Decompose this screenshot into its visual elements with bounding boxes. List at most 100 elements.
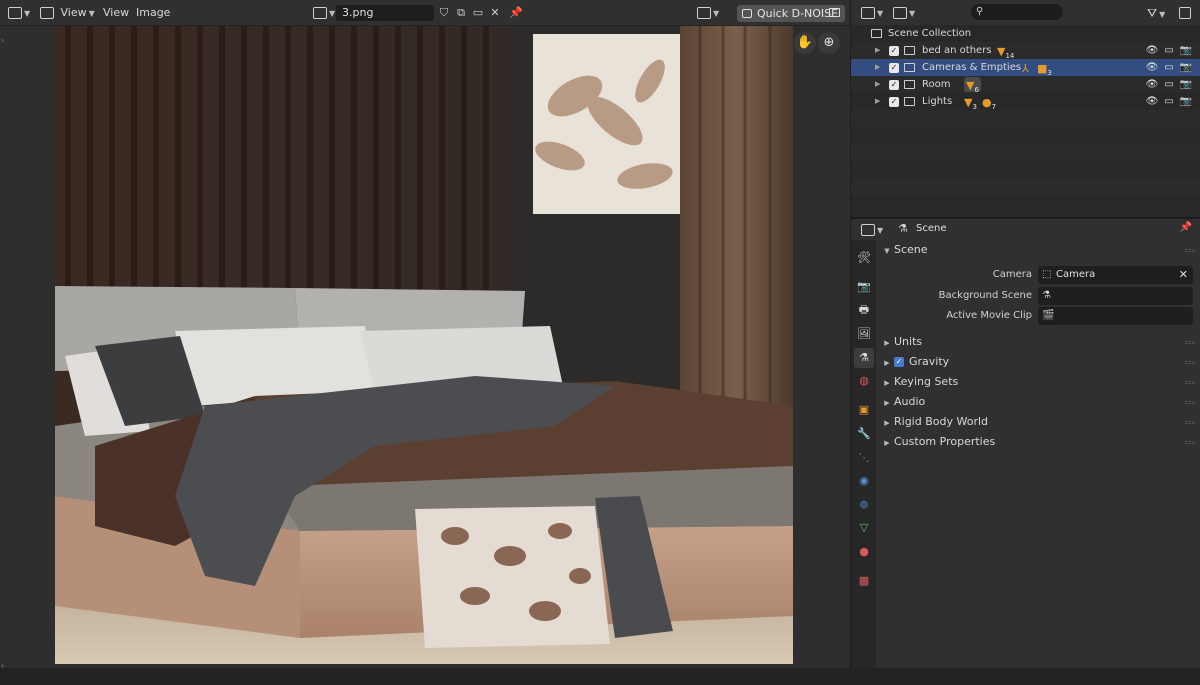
fake-user-shield-icon[interactable]: ⛉: [436, 5, 452, 21]
eye-icon[interactable]: 👁: [1145, 42, 1159, 59]
pan-hand-icon[interactable]: ✋: [794, 32, 816, 54]
active-movie-clip-field[interactable]: 🎬: [1038, 307, 1193, 325]
panel-rigid-body-world-header[interactable]: ▶ Rigid Body World: [877, 412, 1200, 432]
exclude-checkbox[interactable]: ✓: [889, 63, 899, 73]
panel-rigid-body-world-title: Rigid Body World: [894, 415, 989, 428]
pin-icon[interactable]: 📌: [508, 5, 524, 21]
view-layer-icon: [893, 7, 907, 19]
open-image-icon[interactable]: ▭: [470, 5, 486, 21]
image-canvas[interactable]: › › ✋ ⊕: [0, 26, 850, 670]
drag-grip-icon[interactable]: [1185, 381, 1195, 384]
camera-render-icon[interactable]: 📷: [1179, 59, 1193, 76]
pin-icon[interactable]: 📌: [1180, 222, 1192, 233]
exclude-checkbox[interactable]: ✓: [889, 46, 899, 56]
outliner-row-cameras-empties[interactable]: ▶ ✓ Cameras & Empties ⅄ ■3 👁 ▭ 📷: [851, 59, 1200, 77]
drag-grip-icon[interactable]: [1185, 421, 1195, 424]
gravity-checkbox[interactable]: ✓: [894, 357, 904, 367]
eye-icon[interactable]: 👁: [1145, 59, 1159, 76]
outliner-row-room[interactable]: ▶ ✓ Room ▼6 👁 ▭ 📷: [851, 76, 1200, 94]
tab-modifier-wrench-icon[interactable]: 🔧: [854, 424, 874, 444]
chevron-down-icon: ▼: [88, 9, 95, 18]
camera-field[interactable]: ⬚ Camera ✕: [1038, 266, 1193, 284]
tab-material-icon[interactable]: ●: [854, 542, 874, 562]
drag-grip-icon[interactable]: [1185, 249, 1195, 252]
scene-icon: ⚗: [1042, 290, 1051, 301]
outliner-editor-type-selector[interactable]: ▼: [861, 4, 883, 22]
tab-physics-icon[interactable]: ◉: [854, 471, 874, 491]
image-name-field[interactable]: 3.png: [336, 5, 434, 21]
new-collection-icon[interactable]: [1179, 4, 1191, 22]
view-mode-selector[interactable]: View ▼: [40, 4, 95, 22]
outliner-empty-row: [851, 195, 1200, 212]
drag-grip-icon[interactable]: [1185, 401, 1195, 404]
collection-icon: [904, 97, 915, 106]
camera-render-icon[interactable]: 📷: [1179, 42, 1193, 59]
panel-scene-header[interactable]: ▼ Scene: [877, 240, 1200, 260]
tab-tool-icon[interactable]: 🛠: [854, 248, 874, 268]
display-mode-selector[interactable]: ▼: [893, 4, 915, 22]
clear-camera-icon[interactable]: ✕: [1179, 266, 1188, 284]
view-mode-label: View: [60, 6, 87, 19]
drag-grip-icon[interactable]: [1185, 441, 1195, 444]
editor-type-selector[interactable]: ▼: [8, 4, 30, 22]
toolbar-expand-arrow-icon[interactable]: ›: [1, 36, 7, 45]
quick-denoise-button[interactable]: Quick D-NOISE: [737, 5, 845, 22]
expand-arrow-icon[interactable]: ▶: [875, 59, 880, 76]
panel-keying-sets-header[interactable]: ▶ Keying Sets: [877, 372, 1200, 392]
chevron-down-icon: ▼: [1159, 10, 1166, 19]
tab-object-icon[interactable]: ▣: [854, 400, 874, 420]
panel-gravity-header[interactable]: ▶ ✓ Gravity: [877, 352, 1200, 372]
expand-arrow-icon[interactable]: ▶: [875, 93, 880, 110]
tab-view-layer-icon[interactable]: 🖼: [854, 324, 874, 344]
menu-view[interactable]: View: [103, 4, 129, 22]
drag-grip-icon[interactable]: [1185, 341, 1195, 344]
exclude-checkbox[interactable]: ✓: [889, 97, 899, 107]
filter-button[interactable]: ⛛ ▼: [1147, 4, 1165, 22]
monitor-icon[interactable]: ▭: [1162, 42, 1176, 59]
display-channels-selector[interactable]: ▼: [697, 4, 719, 22]
expand-arrow-icon[interactable]: ▶: [875, 76, 880, 93]
panel-custom-properties-header[interactable]: ▶ Custom Properties: [877, 432, 1200, 452]
chevron-down-icon: ▼: [877, 9, 884, 18]
chevron-down-icon: ▼: [24, 9, 31, 18]
properties-header: ▼ ⚗ Scene 📌: [851, 219, 1200, 240]
camera-render-icon[interactable]: 📷: [1179, 93, 1193, 110]
clapperboard-icon: 🎬: [1042, 310, 1055, 321]
menu-image[interactable]: Image: [136, 4, 170, 22]
active-movie-clip-row: Active Movie Clip 🎬: [877, 307, 1200, 325]
monitor-icon[interactable]: ▭: [1162, 59, 1176, 76]
tab-particles-icon[interactable]: ⋱: [854, 448, 874, 468]
background-scene-label: Background Scene: [938, 290, 1032, 301]
eye-icon[interactable]: 👁: [1145, 93, 1159, 110]
duplicate-image-icon[interactable]: ⧉: [453, 5, 469, 21]
tab-scene-icon[interactable]: ⚗: [854, 348, 874, 368]
properties-editor-type-selector[interactable]: ▼: [861, 221, 883, 239]
image-browse-button[interactable]: ▼: [313, 4, 335, 22]
tab-output-icon[interactable]: 🖶: [854, 300, 874, 320]
outliner-row-lights[interactable]: ▶ ✓ Lights ▼3 ●7 👁 ▭ 📷: [851, 93, 1200, 111]
collection-icon: [904, 46, 915, 55]
panel-gravity-title: Gravity: [909, 355, 950, 368]
panel-units-header[interactable]: ▶ Units: [877, 332, 1200, 352]
tab-render-icon[interactable]: 📷: [854, 277, 874, 297]
outliner-row-bed-an-others[interactable]: ▶ ✓ bed an others ▼14 👁 ▭ 📷: [851, 42, 1200, 60]
monitor-icon[interactable]: ▭: [1162, 76, 1176, 93]
background-scene-row: Background Scene ⚗: [877, 287, 1200, 305]
tab-world-icon[interactable]: ◍: [854, 371, 874, 391]
unlink-image-close-icon[interactable]: ✕: [487, 5, 503, 21]
outliner-search-input[interactable]: ⚲: [971, 4, 1063, 20]
exclude-checkbox[interactable]: ✓: [889, 80, 899, 90]
outliner-scene-collection-row[interactable]: Scene Collection: [851, 25, 1200, 42]
tab-data-mesh-icon[interactable]: ▽: [854, 518, 874, 538]
panel-audio-header[interactable]: ▶ Audio: [877, 392, 1200, 412]
drag-grip-icon[interactable]: [1185, 361, 1195, 364]
eye-icon[interactable]: 👁: [1145, 76, 1159, 93]
tab-constraints-icon[interactable]: ⊚: [854, 495, 874, 515]
expand-arrow-icon[interactable]: ▶: [875, 42, 880, 59]
tab-texture-checker-icon[interactable]: ▩: [854, 571, 874, 591]
zoom-icon[interactable]: ⊕: [818, 32, 840, 54]
panel-scene-title: Scene: [894, 243, 928, 256]
background-scene-field[interactable]: ⚗: [1038, 287, 1193, 305]
camera-render-icon[interactable]: 📷: [1179, 76, 1193, 93]
monitor-icon[interactable]: ▭: [1162, 93, 1176, 110]
